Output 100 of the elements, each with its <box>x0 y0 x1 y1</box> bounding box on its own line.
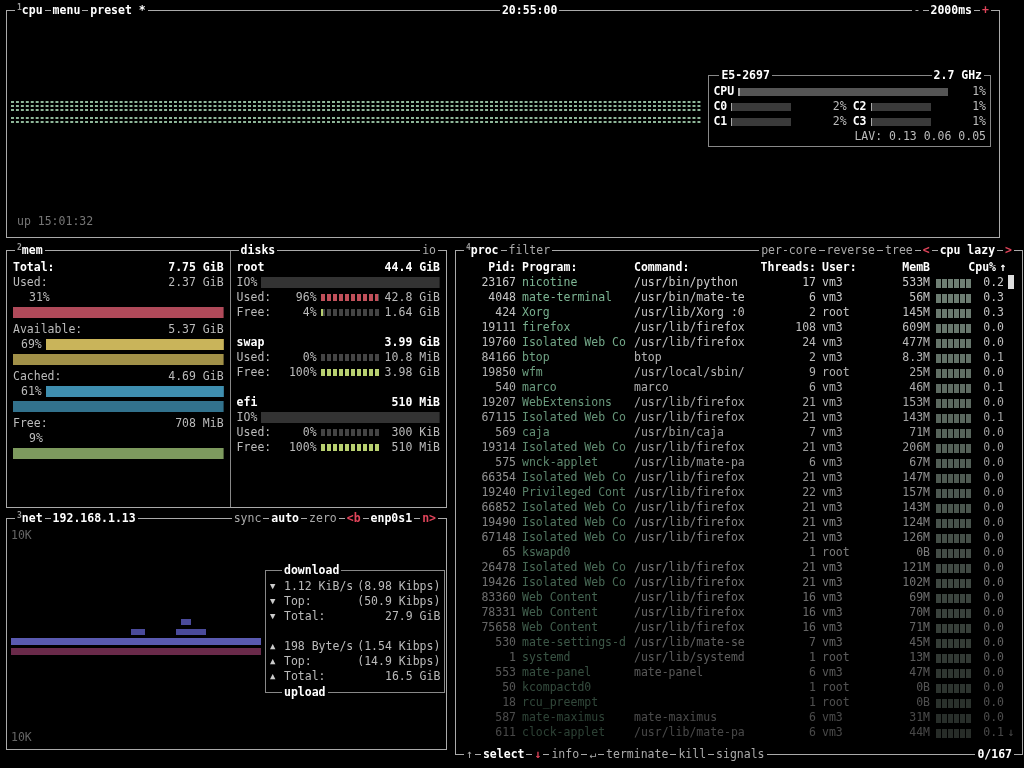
table-cell-text: 0.0 <box>982 665 1004 680</box>
stat-value: 27.9 GiB <box>384 609 441 624</box>
table-cell-text: Web Content <box>521 605 600 620</box>
panel-header-label[interactable]: $^{4}$proc <box>464 243 501 258</box>
panel-header-label[interactable]: $^{1}$cpu <box>15 3 45 18</box>
table-cell-text: 108 <box>794 320 816 335</box>
scrollbar-thumb[interactable] <box>1008 275 1014 289</box>
table-cell-text: btop <box>521 350 551 365</box>
table-cell-text: /usr/lib/firefox <box>634 515 746 530</box>
table-cell-text: vm3 <box>821 635 844 650</box>
table-cell-text: /usr/bin/caja <box>634 425 725 440</box>
column-header[interactable]: MemB <box>878 260 930 275</box>
table-cell-text: 0.0 <box>982 590 1004 605</box>
column-header[interactable]: User: <box>816 260 878 275</box>
footer-action[interactable]: signals <box>714 747 767 762</box>
table-cell-text: 78331 <box>480 605 516 620</box>
table-cell-text: 0.0 <box>982 485 1004 500</box>
table-cell-text: 575 <box>494 455 516 470</box>
process-option[interactable]: cpu lazy <box>937 243 998 258</box>
stat-label: Top: <box>284 654 313 669</box>
table-cell-text: Xorg <box>521 305 551 320</box>
table-cell-text: vm3 <box>821 710 844 725</box>
table-cell-text: /usr/lib/firefox <box>634 395 746 410</box>
table-cell-text: Web Content <box>521 590 600 605</box>
table-cell-text: Isolated Web Co <box>521 530 627 545</box>
process-count: 0/167 <box>975 747 1014 762</box>
disk-value: 300 KiB <box>391 425 440 440</box>
table-cell-text: /usr/lib/firefox <box>634 500 746 515</box>
network-option[interactable]: enp0s1 <box>368 511 415 526</box>
uptime-text: up 15:01:32 <box>17 214 94 229</box>
table-cell-text: 0.0 <box>982 545 1004 560</box>
column-header[interactable]: Threads: <box>756 260 816 275</box>
table-cell-text: 0.1 <box>982 410 1004 425</box>
scroll-arrow: ↓ <box>1006 725 1016 740</box>
table-cell-text: 67148 <box>480 530 516 545</box>
table-cell-text: 143M <box>901 500 930 515</box>
mem-sparkline <box>936 472 972 483</box>
table-cell-text: mate-panel <box>521 665 593 680</box>
stat-label: Total: <box>284 609 327 624</box>
core-meter <box>731 117 792 126</box>
mem-sparkline <box>936 667 972 678</box>
mem-sparkline <box>936 487 972 498</box>
table-cell-text: 0.0 <box>982 605 1004 620</box>
table-cell-text: 1 <box>508 650 516 665</box>
mem-sparkline <box>936 277 972 288</box>
column-header[interactable]: Cpu% <box>930 260 996 275</box>
column-header[interactable]: Program: <box>516 260 634 275</box>
table-cell-text: Web Content <box>521 620 600 635</box>
disk-value: 42.8 GiB <box>384 290 440 305</box>
table-cell-text: kcompactd0 <box>521 680 593 695</box>
table-cell-text: 126M <box>901 530 930 545</box>
table-cell-text: 0B <box>915 680 930 695</box>
mem-sparkline <box>936 427 972 438</box>
table-cell-text: 1 <box>808 680 816 695</box>
table-cell-text: /usr/lib/mate-pa <box>634 455 746 470</box>
table-cell-text: 83360 <box>480 590 516 605</box>
mem-sparkline <box>936 697 972 708</box>
table-cell-text: systemd <box>521 650 572 665</box>
upload-title: upload <box>282 685 328 700</box>
table-cell-text: 45M <box>908 635 930 650</box>
table-cell-text: 6 <box>808 290 816 305</box>
panel-header-label[interactable]: preset * <box>88 3 148 18</box>
stat-label: 198 Byte/s <box>284 639 354 654</box>
table-cell-text: caja <box>521 425 551 440</box>
table-cell-text: 46M <box>908 380 930 395</box>
table-cell-text: 16 <box>801 590 816 605</box>
disk-percent: 0% <box>301 350 317 365</box>
table-cell-text: /usr/lib/systemd <box>634 650 746 665</box>
disk-label: Used: <box>236 290 273 305</box>
disk-name: root <box>236 260 265 275</box>
disk-label: Used: <box>236 350 273 365</box>
table-cell-text: 50 <box>501 680 516 695</box>
table-cell-text: /usr/lib/firefox <box>634 440 746 455</box>
table-cell-text: 25M <box>908 365 930 380</box>
table-cell-text: 26478 <box>480 560 516 575</box>
table-cell-text: vm3 <box>821 410 844 425</box>
table-cell-text: 24 <box>801 335 816 350</box>
table-cell-text: Isolated Web Co <box>521 575 627 590</box>
table-cell-text: mate-panel <box>634 665 705 680</box>
table-cell-text: vm3 <box>821 440 844 455</box>
table-cell-text: Privileged Cont <box>521 485 627 500</box>
table-cell-text: /usr/lib/firefox <box>634 410 746 425</box>
mem-sparkline <box>936 397 972 408</box>
column-header[interactable]: Command: <box>634 260 756 275</box>
table-cell-text: 6 <box>808 455 816 470</box>
mem-percent: 69% <box>20 337 42 352</box>
table-cell-text: 124M <box>901 515 930 530</box>
stat-value: (50.9 Kibps) <box>357 594 441 609</box>
table-cell-text: 66852 <box>480 500 516 515</box>
mem-sparkline <box>936 532 972 543</box>
disk-percent: 96% <box>294 290 317 305</box>
mem-sparkline <box>936 292 972 303</box>
table-cell-text: mate-settings-d <box>521 635 627 650</box>
column-header[interactable]: Pid: <box>462 260 516 275</box>
stat-value: 16.5 GiB <box>384 669 441 684</box>
disk-label: Free: <box>236 365 273 380</box>
table-cell-text: Isolated Web Co <box>521 500 627 515</box>
table-cell-text: 4048 <box>487 290 516 305</box>
table-cell-text: 143M <box>901 410 930 425</box>
mem-sparkline <box>936 502 972 513</box>
